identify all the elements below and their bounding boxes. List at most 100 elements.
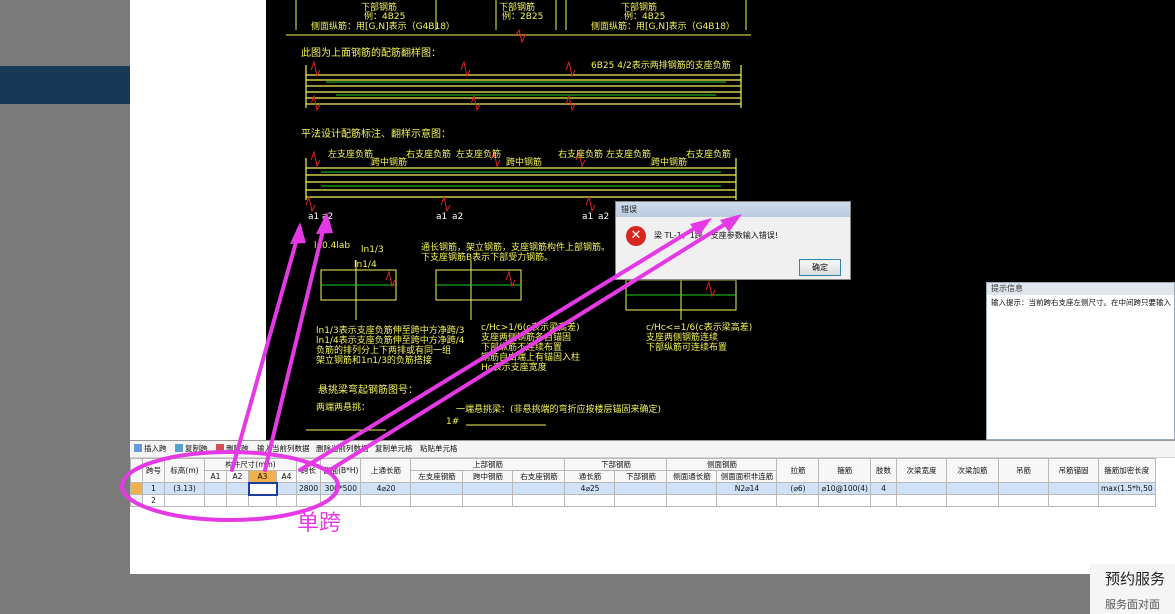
col-header: 箍筋 <box>818 458 871 483</box>
col-header: A4 <box>276 470 297 483</box>
toolbar-label: 删除跨 <box>226 444 249 453</box>
grid-cell[interactable]: 4⌀20 <box>360 482 412 495</box>
col-header: 跨中钢筋 <box>462 470 514 483</box>
error-icon: ✕ <box>626 226 646 246</box>
table-row[interactable]: 1 (3.13) 2800 300*500 4⌀20 4⌀25 N2⌀14 (⌀… <box>130 481 1156 496</box>
error-dialog: 错误 ✕ 梁 TL-1，1跨，支座参数输入错误! 确定 <box>615 201 851 280</box>
row-indicator[interactable] <box>130 482 143 495</box>
grid-cell[interactable]: max(1.5*h,50 <box>1097 482 1156 495</box>
grid-cell[interactable] <box>204 494 227 507</box>
cad-label: la0.4lab <box>314 241 351 251</box>
paste-cell-button[interactable]: 粘贴单元格 <box>420 443 458 455</box>
grid-cell[interactable]: 4 <box>869 482 897 495</box>
grid-cell[interactable] <box>360 494 412 507</box>
grid-cell[interactable] <box>997 494 1049 507</box>
table-row[interactable]: 2 <box>130 494 1156 507</box>
cad-note: 下部纵筋可连续布置 <box>646 343 728 353</box>
grid-cell[interactable] <box>410 482 464 495</box>
grid-cell[interactable] <box>226 482 249 495</box>
group-header: 侧面钢筋 <box>666 458 778 471</box>
background-left <box>0 0 130 614</box>
grid-cell[interactable] <box>204 482 227 495</box>
col-header: 次梁宽度 <box>895 458 947 483</box>
grid-cell[interactable] <box>226 494 249 507</box>
col-header: A3 <box>248 470 277 483</box>
grid-cell[interactable] <box>716 494 778 507</box>
col-header: A1 <box>204 470 227 483</box>
grid-cell[interactable] <box>776 494 820 507</box>
col-header: 侧面面积非连筋 <box>716 470 778 483</box>
toolbar-label: 插入跨 <box>144 444 167 453</box>
grid-cell[interactable] <box>1097 494 1156 507</box>
cad-heading: 此图为上面钢筋的配筋翻样图： <box>301 48 441 59</box>
group-header: 下部钢筋 <box>564 458 668 471</box>
delete-column-button[interactable]: 删除当前列数据 <box>316 443 369 455</box>
grid-cell[interactable] <box>462 494 514 507</box>
cad-note: 侧面纵筋：用[G,N]表示（G4B18） <box>591 22 735 32</box>
insert-icon <box>134 444 142 452</box>
delete-span-button[interactable]: 删除跨 <box>216 443 249 455</box>
grid-cell[interactable]: 2 <box>142 494 165 507</box>
cad-note: 一端悬挑梁：(非悬挑端的弯折应按楼层锚固来确定) <box>456 405 662 415</box>
grid-cell[interactable]: 2800 <box>295 482 322 495</box>
cad-label: a2 <box>598 212 610 222</box>
grid-cell[interactable] <box>410 494 464 507</box>
copy-span-button[interactable]: 复制跨 <box>175 443 208 455</box>
grid-cell[interactable] <box>666 482 718 495</box>
grid-cell[interactable]: ⌀10@100(4) <box>818 482 871 495</box>
grid-cell[interactable] <box>818 494 871 507</box>
cad-heading: 平法设计配筋标注、翻样示意图： <box>301 129 451 140</box>
cad-note: 侧面纵筋：用[G,N]表示（G4B18） <box>311 22 455 32</box>
grid-cell[interactable] <box>164 494 205 507</box>
grid-cell[interactable] <box>895 482 947 495</box>
col-header: 肢数 <box>869 458 897 483</box>
grid-cell[interactable] <box>276 494 297 507</box>
cad-label: a1 <box>582 212 594 222</box>
copy-cell-button[interactable]: 复制单元格 <box>375 443 413 455</box>
grid-cell[interactable]: 300*500 <box>320 482 362 495</box>
grid-cell[interactable] <box>1047 494 1099 507</box>
cad-label: 右支座负筋 <box>686 150 732 160</box>
grid-cell[interactable] <box>614 482 668 495</box>
row-indicator[interactable] <box>130 494 143 507</box>
grid-cell[interactable]: (⌀6) <box>776 482 820 495</box>
group-header: 上部钢筋 <box>410 458 566 471</box>
hint-panel: 提示信息 输入提示：当前跨右支座左侧尺寸。在中间跨只要输入 <box>986 282 1175 440</box>
grid-cell[interactable] <box>945 494 999 507</box>
input-column-button[interactable]: 输入当前列数据 <box>257 443 310 455</box>
span-input-panel: 插入跨 复制跨 删除跨 输入当前列数据 删除当前列数据 复制单元格 粘贴单元格 … <box>130 440 1175 575</box>
ok-button[interactable]: 确定 <box>799 259 841 276</box>
cad-note: 两端两悬挑： <box>316 403 371 413</box>
grid-cell[interactable] <box>945 482 999 495</box>
grid-cell[interactable]: 1 <box>142 482 165 495</box>
grid-cell[interactable] <box>248 494 277 507</box>
grid-cell[interactable] <box>1047 482 1099 495</box>
grid-cell[interactable]: (3.13) <box>164 482 205 495</box>
grid-cell[interactable] <box>512 482 566 495</box>
grid-cell[interactable] <box>276 482 297 495</box>
grid-cell[interactable]: N2⌀14 <box>716 482 778 495</box>
col-header: 侧面通长筋 <box>666 470 718 483</box>
toolbar-label: 复制单元格 <box>375 444 413 453</box>
grid-cell[interactable] <box>462 482 514 495</box>
cad-label: a2 <box>452 212 464 222</box>
toolbar-label: 粘贴单元格 <box>420 444 458 453</box>
cad-label: ln1/4 <box>354 260 377 270</box>
grid-cell[interactable] <box>666 494 718 507</box>
col-header: 下部钢筋 <box>614 470 668 483</box>
hint-title: 提示信息 <box>987 283 1174 295</box>
grid-cell[interactable] <box>564 494 616 507</box>
grid-cell[interactable] <box>512 494 566 507</box>
copy-icon <box>175 444 183 452</box>
cad-label: 左支座负筋 <box>328 150 374 160</box>
col-header: 上通长筋 <box>360 458 412 483</box>
dialog-title: 错误 <box>616 202 850 217</box>
cad-note: 架立钢筋和1n1/3的负筋搭接 <box>316 356 432 366</box>
insert-span-button[interactable]: 插入跨 <box>134 443 167 455</box>
grid-cell[interactable] <box>997 482 1049 495</box>
grid-cell-active[interactable] <box>247 481 278 496</box>
grid-cell[interactable]: 4⌀25 <box>564 482 616 495</box>
grid-cell[interactable] <box>895 494 947 507</box>
grid-cell[interactable] <box>869 494 897 507</box>
grid-cell[interactable] <box>614 494 668 507</box>
